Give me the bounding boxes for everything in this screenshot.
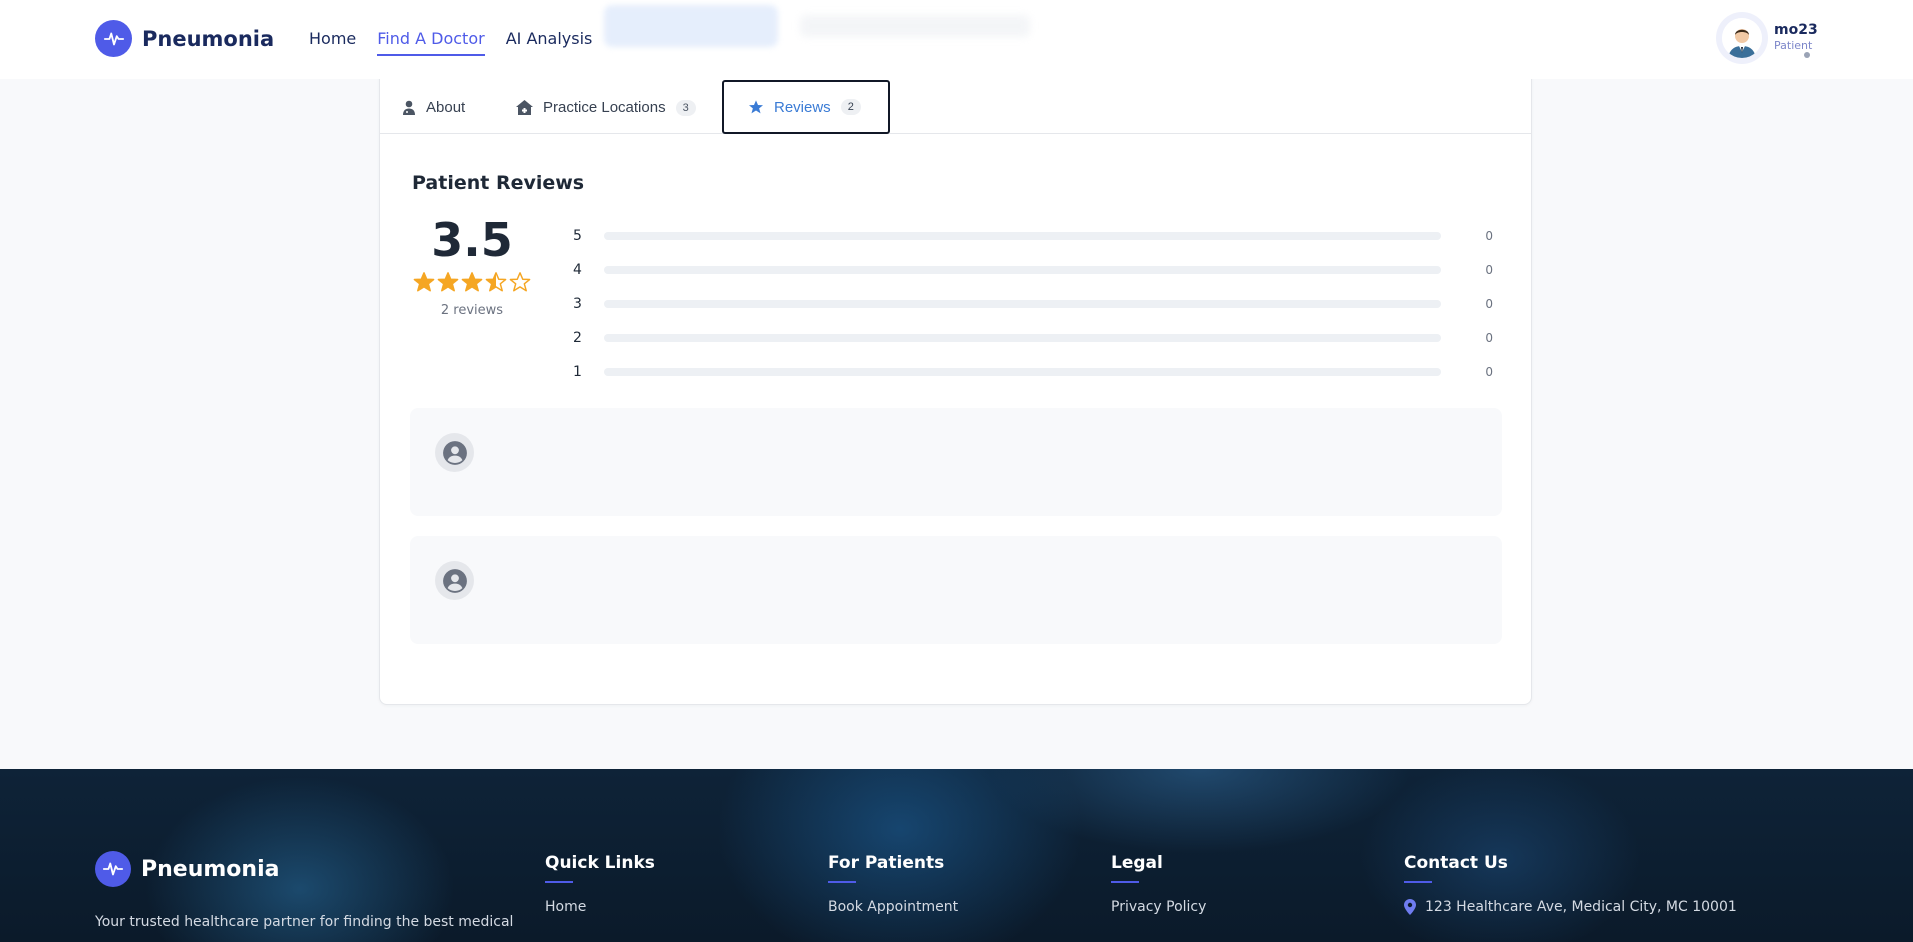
- rating-summary: 3.5 2 reviews: [412, 213, 532, 318]
- tab-practice-locations-count: 3: [675, 99, 696, 116]
- review-item: [410, 408, 1502, 516]
- heading-underline: [545, 881, 573, 883]
- footer-brand[interactable]: Pneumonia: [95, 851, 279, 887]
- distribution-bar: [604, 368, 1441, 376]
- footer-tagline: Your trusted healthcare partner for find…: [95, 914, 514, 930]
- footer-address: 123 Healthcare Ave, Medical City, MC 100…: [1404, 899, 1737, 915]
- user-circle-icon: [435, 433, 474, 472]
- average-rating: 3.5: [431, 213, 513, 267]
- heartbeat-logo-icon: [95, 851, 131, 887]
- distribution-label: 3: [573, 296, 582, 312]
- distribution-row-1: 1 0: [573, 355, 1493, 389]
- site-footer: Pneumonia Your trusted healthcare partne…: [0, 769, 1913, 942]
- blurred-nav-text: [800, 15, 1030, 37]
- distribution-row-5: 5 0: [573, 219, 1493, 253]
- brand-name: Pneumonia: [142, 26, 275, 51]
- tab-reviews-label: Reviews: [774, 98, 831, 116]
- distribution-bar: [604, 300, 1441, 308]
- distribution-count: 0: [1485, 365, 1493, 379]
- star-icon: [748, 99, 764, 115]
- status-dot: [1804, 52, 1810, 58]
- nav-link-home[interactable]: Home: [309, 29, 356, 56]
- distribution-bar: [604, 334, 1441, 342]
- map-pin-icon: [1404, 899, 1416, 915]
- footer-heading: Quick Links: [545, 853, 655, 873]
- star-full-icon: [437, 272, 459, 292]
- doctor-profile-card: About Practice Locations 3 Reviews 2 Pat…: [379, 60, 1532, 705]
- heading-underline: [1111, 881, 1139, 883]
- top-navbar: Pneumonia Home Find A Doctor AI Analysis…: [0, 0, 1913, 79]
- star-full-icon: [413, 272, 435, 292]
- footer-heading: Contact Us: [1404, 853, 1508, 873]
- footer-quick-links: Quick Links Home: [545, 853, 655, 915]
- user-circle-icon: [435, 561, 474, 600]
- distribution-row-3: 3 0: [573, 287, 1493, 321]
- rating-distribution: 5 0 4 0 3 0 2 0 1 0: [573, 219, 1493, 389]
- distribution-bar: [604, 266, 1441, 274]
- star-rating: [412, 271, 532, 293]
- tab-practice-locations-label: Practice Locations: [543, 99, 666, 116]
- distribution-count: 0: [1485, 297, 1493, 311]
- footer-contact: Contact Us 123 Healthcare Ave, Medical C…: [1404, 853, 1737, 915]
- footer-heading: For Patients: [828, 853, 945, 873]
- blurred-nav-element: [604, 5, 778, 47]
- user-doctor-icon: [402, 100, 416, 115]
- heading-underline: [828, 881, 856, 883]
- user-avatar-ring: [1716, 12, 1768, 64]
- distribution-count: 0: [1485, 331, 1493, 345]
- user-menu[interactable]: mo23 Patient: [1716, 12, 1818, 64]
- footer-for-patients: For Patients Book Appointment: [828, 853, 958, 915]
- tab-about-label: About: [426, 99, 466, 116]
- distribution-label: 5: [573, 228, 582, 244]
- star-full-icon: [461, 272, 483, 292]
- footer-address-text: 123 Healthcare Ave, Medical City, MC 100…: [1425, 899, 1737, 915]
- user-name: mo23: [1774, 22, 1818, 38]
- main-nav: Home Find A Doctor AI Analysis: [309, 29, 613, 56]
- distribution-label: 4: [573, 262, 582, 278]
- heading-underline: [1404, 881, 1432, 883]
- footer-link-privacy-policy[interactable]: Privacy Policy: [1111, 899, 1206, 915]
- star-half-icon: [485, 272, 507, 292]
- tab-practice-locations[interactable]: Practice Locations 3: [516, 81, 696, 134]
- distribution-label: 2: [573, 330, 582, 346]
- user-meta: mo23 Patient: [1774, 22, 1818, 54]
- distribution-count: 0: [1485, 229, 1493, 243]
- patient-reviews-title: Patient Reviews: [412, 172, 585, 194]
- distribution-count: 0: [1485, 263, 1493, 277]
- footer-legal: Legal Privacy Policy: [1111, 853, 1206, 915]
- user-role: Patient: [1774, 39, 1813, 52]
- footer-link-home[interactable]: Home: [545, 899, 655, 915]
- tab-about[interactable]: About: [402, 81, 465, 134]
- review-item: [410, 536, 1502, 644]
- nav-link-ai-analysis[interactable]: AI Analysis: [506, 29, 593, 56]
- star-empty-icon: [509, 272, 531, 292]
- distribution-bar: [604, 232, 1441, 240]
- heartbeat-logo-icon: [95, 20, 132, 57]
- footer-heading: Legal: [1111, 853, 1163, 873]
- tab-reviews[interactable]: Reviews 2: [722, 80, 890, 134]
- distribution-label: 1: [573, 364, 582, 380]
- review-count: 2 reviews: [440, 303, 504, 318]
- tab-reviews-count: 2: [840, 99, 861, 115]
- nav-link-find-a-doctor[interactable]: Find A Doctor: [377, 29, 485, 56]
- user-avatar: [1722, 18, 1762, 58]
- footer-link-book-appointment[interactable]: Book Appointment: [828, 899, 958, 915]
- footer-brand-name: Pneumonia: [141, 856, 280, 882]
- distribution-row-2: 2 0: [573, 321, 1493, 355]
- distribution-row-4: 4 0: [573, 253, 1493, 287]
- clinic-house-icon: [516, 100, 533, 115]
- brand[interactable]: Pneumonia: [95, 20, 274, 57]
